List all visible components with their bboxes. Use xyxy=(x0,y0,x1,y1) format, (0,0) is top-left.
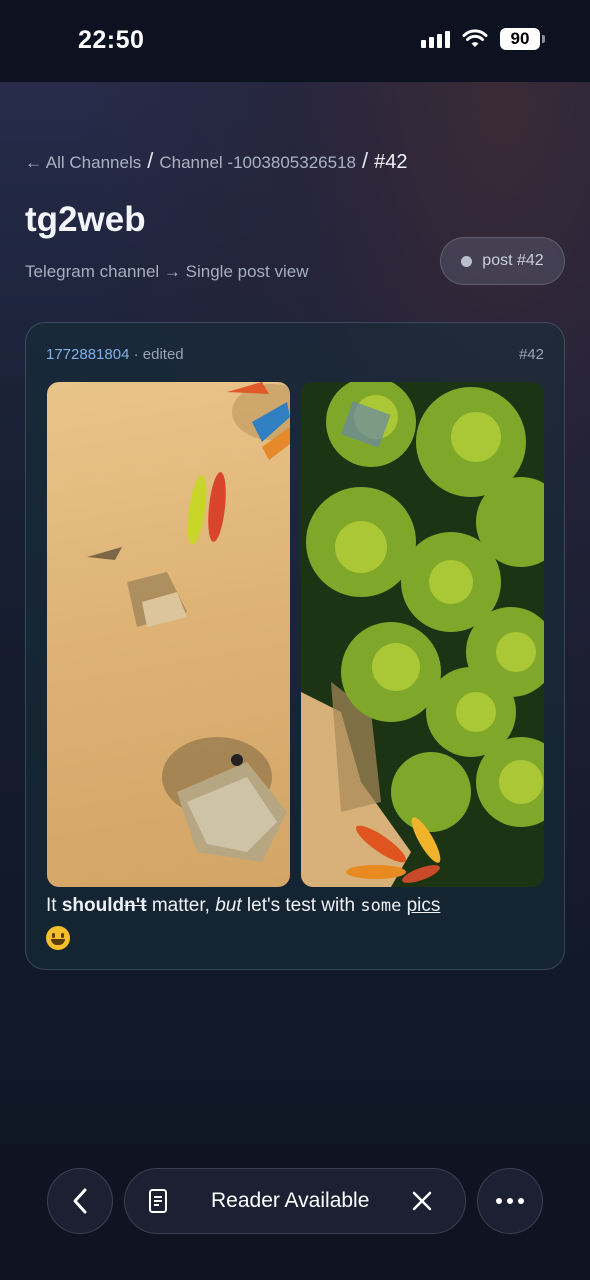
back-chevron-icon xyxy=(73,1188,87,1214)
battery-indicator: 90 xyxy=(500,28,545,50)
back-button[interactable] xyxy=(47,1168,113,1234)
reader-label: Reader Available xyxy=(211,1189,370,1212)
post-text: It shouldn't matter, but let's test with… xyxy=(46,893,440,950)
post-text-segment: matter, xyxy=(146,895,216,916)
reader-icon xyxy=(149,1189,167,1213)
post-text-bold: should xyxy=(61,895,125,916)
reader-available-button[interactable]: Reader Available xyxy=(124,1168,466,1234)
photo-palm-trees[interactable] xyxy=(301,382,544,887)
post-author[interactable]: 1772881804 xyxy=(46,346,129,363)
breadcrumb-separator: / xyxy=(361,148,369,173)
post-number: #42 xyxy=(518,346,544,363)
post-card: 1772881804 · edited #42 It shouldn't mat… xyxy=(25,322,565,970)
post-pill: post #42 xyxy=(440,237,565,285)
close-icon[interactable] xyxy=(412,1191,432,1211)
signal-icon xyxy=(421,30,450,48)
post-text-segment: let's test with xyxy=(241,895,361,916)
breadcrumb: ← All Channels / Channel -1003805326518 … xyxy=(25,148,407,174)
palm-illustration xyxy=(301,382,544,887)
dot-icon xyxy=(461,255,473,267)
breadcrumb-channel[interactable]: Channel -1003805326518 xyxy=(159,153,356,173)
grinning-face-icon xyxy=(46,925,70,950)
post-edited-label: · edited xyxy=(133,346,184,363)
status-icons: 90 xyxy=(421,28,545,50)
wifi-icon xyxy=(462,29,488,47)
page-title: tg2web xyxy=(25,200,146,239)
breadcrumb-current: #42 xyxy=(374,151,408,173)
breadcrumb-separator: / xyxy=(147,148,154,173)
more-button[interactable] xyxy=(477,1168,543,1234)
post-text-italic: but xyxy=(215,895,242,916)
post-text-segment: It xyxy=(46,895,62,916)
page-subtitle: Telegram channel → Single post view xyxy=(25,262,309,281)
beach-illustration xyxy=(87,382,290,862)
status-time: 22:50 xyxy=(78,26,145,54)
breadcrumb-all-channels[interactable]: ← All Channels xyxy=(25,153,141,173)
post-pill-label: post #42 xyxy=(482,252,544,269)
post-text-mono: some xyxy=(360,896,402,916)
status-bar: 22:50 90 xyxy=(0,0,590,82)
post-text-strike: n't xyxy=(124,895,147,916)
more-icon xyxy=(496,1198,524,1204)
post-text-link[interactable]: pics xyxy=(407,895,441,916)
post-meta: 1772881804 · edited xyxy=(46,346,184,363)
photo-beach-sand[interactable] xyxy=(47,382,290,887)
